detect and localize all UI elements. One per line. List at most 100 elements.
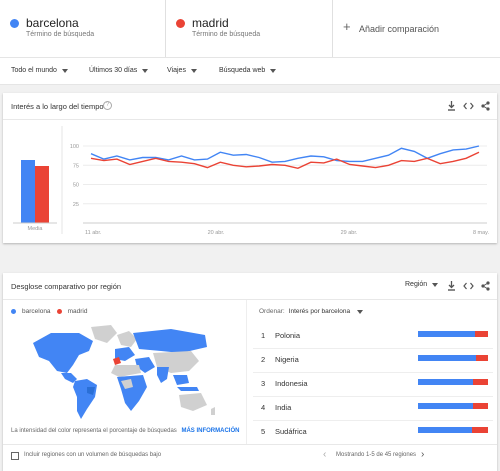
region-bar xyxy=(418,379,488,385)
term-madrid-name: madrid xyxy=(192,16,229,30)
download-icon[interactable] xyxy=(447,101,456,111)
x-tick-label: 20 abr. xyxy=(208,230,225,236)
region-bar-barcelona xyxy=(418,379,473,385)
filter-location-label: Todo el mundo xyxy=(11,67,57,74)
filter-bar: Todo el mundo Últimos 30 días Viajes Bús… xyxy=(0,57,500,85)
term-madrid[interactable]: madrid Término de búsqueda xyxy=(166,0,333,57)
chevron-down-icon xyxy=(61,68,68,73)
row-divider xyxy=(253,348,493,349)
region-name: Nigeria xyxy=(275,355,299,364)
region-name: Sudáfrica xyxy=(275,427,307,436)
chevron-down-icon xyxy=(142,68,149,73)
world-map[interactable] xyxy=(21,321,221,421)
filter-search-type-label: Búsqueda web xyxy=(219,67,266,74)
download-icon[interactable] xyxy=(447,281,456,291)
legend-dot-barcelona xyxy=(11,309,16,314)
region-title: Desglose comparativo por región xyxy=(11,282,122,291)
next-page-button[interactable]: › xyxy=(421,449,424,460)
region-row[interactable]: 1 Polonia xyxy=(253,329,493,345)
region-rank: 3 xyxy=(261,379,266,388)
chevron-down-icon xyxy=(357,309,364,314)
region-rank: 5 xyxy=(261,427,266,436)
map-region-southeast-asia xyxy=(173,375,189,385)
more-info-link[interactable]: MÁS INFORMACIÓN xyxy=(181,428,239,434)
region-divider xyxy=(246,300,247,444)
row-divider xyxy=(253,420,493,421)
average-bar-madrid xyxy=(35,166,49,223)
chevron-down-icon xyxy=(432,282,439,287)
low-volume-checkbox[interactable] xyxy=(11,452,19,460)
prev-page-button[interactable]: ‹ xyxy=(323,449,326,460)
embed-icon[interactable] xyxy=(463,102,474,110)
interest-over-time-card: Interés a lo largo del tiempo ? Media 10… xyxy=(3,93,497,243)
legend-dot-madrid xyxy=(56,309,62,314)
region-row[interactable]: 2 Nigeria xyxy=(253,353,493,369)
region-row[interactable]: 4 India xyxy=(253,401,493,417)
region-row[interactable]: 3 Indonesia xyxy=(253,377,493,393)
madrid-color-dot xyxy=(176,19,185,28)
map-region-central-america xyxy=(61,373,77,383)
y-tick-label: 75 xyxy=(73,163,79,169)
y-tick-label: 25 xyxy=(73,202,79,208)
region-card: Desglose comparativo por región Región b… xyxy=(3,273,497,471)
add-comparison-label: Añadir comparación xyxy=(359,24,440,34)
sort-control[interactable]: Ordenar: Interés por barcelona xyxy=(259,308,364,315)
term-barcelona-sub: Término de búsqueda xyxy=(26,31,95,38)
chevron-down-icon xyxy=(190,68,197,73)
filter-time-label: Últimos 30 días xyxy=(89,67,138,74)
barcelona-color-dot xyxy=(10,19,19,28)
map-region-new-zealand xyxy=(211,407,215,415)
share-icon[interactable] xyxy=(481,101,490,111)
card-divider xyxy=(3,299,497,300)
filter-location[interactable]: Todo el mundo xyxy=(11,67,68,74)
y-tick-label: 100 xyxy=(70,144,79,150)
embed-icon[interactable] xyxy=(463,282,474,290)
map-note-text: La intensidad del color representa el po… xyxy=(11,428,177,434)
sort-value: Interés por barcelona xyxy=(288,308,351,315)
legend-madrid: madrid xyxy=(67,308,88,315)
interest-chart: Media 100 75 50 25 11 abr. 20 abr. 29 abr. 8 ma… xyxy=(13,126,490,236)
map-region-africa xyxy=(117,375,147,411)
x-tick-label: 8 may. xyxy=(473,230,490,236)
interest-title: Interés a lo largo del tiempo xyxy=(11,102,104,111)
filter-category[interactable]: Viajes xyxy=(167,67,197,74)
region-name: Indonesia xyxy=(275,379,308,388)
map-region-indonesia xyxy=(177,387,199,391)
term-header: barcelona Término de búsqueda madrid Tér… xyxy=(0,0,500,57)
footer-divider xyxy=(3,444,497,445)
term-barcelona-name: barcelona xyxy=(26,16,79,30)
term-madrid-sub: Término de búsqueda xyxy=(192,31,261,38)
low-volume-label: Incluir regiones con un volumen de búsqu… xyxy=(24,452,162,458)
filter-search-type[interactable]: Búsqueda web xyxy=(219,67,277,74)
region-bar xyxy=(418,403,488,409)
help-icon[interactable]: ? xyxy=(103,101,112,110)
region-level-select[interactable]: Región xyxy=(405,281,439,288)
legend-barcelona: barcelona xyxy=(22,308,51,315)
region-rank: 1 xyxy=(261,331,266,340)
plus-icon: + xyxy=(343,19,351,34)
x-tick-label: 11 abr. xyxy=(85,230,102,236)
add-comparison-button[interactable]: + Añadir comparación xyxy=(333,0,500,57)
share-icon[interactable] xyxy=(481,281,490,291)
region-bar xyxy=(418,427,488,433)
region-bar-barcelona xyxy=(418,331,476,337)
pagination-label: Mostrando 1-5 de 45 regiones xyxy=(336,452,417,458)
filter-time[interactable]: Últimos 30 días xyxy=(89,67,149,74)
region-bar xyxy=(418,355,488,361)
term-barcelona[interactable]: barcelona Término de búsqueda xyxy=(0,0,166,57)
average-label: Media xyxy=(28,226,44,232)
map-region-africa-north xyxy=(111,365,141,377)
map-region-india xyxy=(157,367,169,383)
row-divider xyxy=(253,396,493,397)
region-row[interactable]: 5 Sudáfrica xyxy=(253,425,493,441)
region-bar-barcelona xyxy=(418,355,477,361)
map-region-north-america xyxy=(33,333,93,373)
map-note: La intensidad del color representa el po… xyxy=(11,428,239,434)
map-region-russia xyxy=(133,329,207,353)
map-region-south-america xyxy=(73,379,97,419)
map-region-greenland xyxy=(91,325,117,343)
region-name: India xyxy=(275,403,292,412)
chevron-down-icon xyxy=(270,68,277,73)
region-name: Polonia xyxy=(275,331,301,340)
region-bar xyxy=(418,331,488,337)
